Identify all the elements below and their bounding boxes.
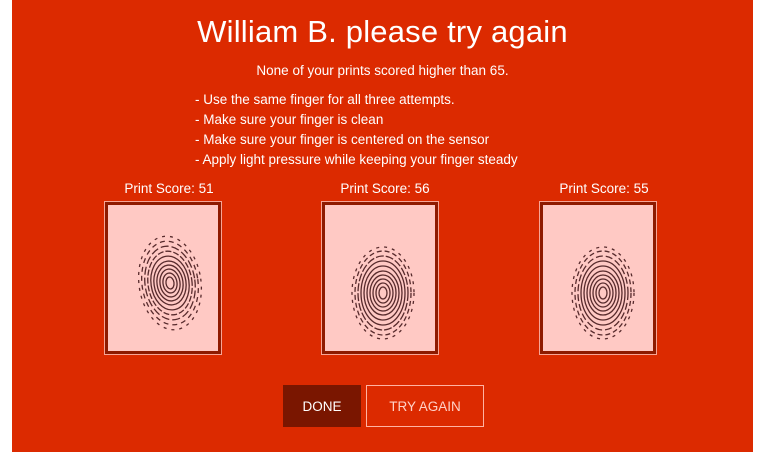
fingerprint-icon <box>351 246 415 340</box>
print-score-label-1: Print Score: 51 <box>124 181 214 196</box>
print-score-label-3: Print Score: 55 <box>559 181 649 196</box>
instruction-item: - Make sure your finger is clean <box>195 112 384 127</box>
instruction-item: - Use the same finger for all three atte… <box>195 92 455 107</box>
score-threshold-message: None of your prints scored higher than 6… <box>256 63 509 78</box>
instruction-item: - Apply light pressure while keeping you… <box>195 152 518 167</box>
fingerprint-icon <box>137 235 203 331</box>
page-title: William B. please try again <box>197 14 568 49</box>
instruction-item: - Make sure your finger is centered on t… <box>195 132 490 147</box>
instructions-list: - Use the same finger for all three atte… <box>195 90 518 170</box>
fingerprint-image-3 <box>540 202 656 354</box>
fingerprint-image-2 <box>322 202 438 354</box>
done-button[interactable]: DONE <box>283 385 361 427</box>
fingerprint-icon <box>571 246 635 340</box>
print-score-label-2: Print Score: 56 <box>340 181 430 196</box>
fingerprint-retry-screen: William B. please try again None of your… <box>12 0 753 452</box>
try-again-button[interactable]: TRY AGAIN <box>366 385 484 427</box>
fingerprint-image-1 <box>105 202 221 354</box>
